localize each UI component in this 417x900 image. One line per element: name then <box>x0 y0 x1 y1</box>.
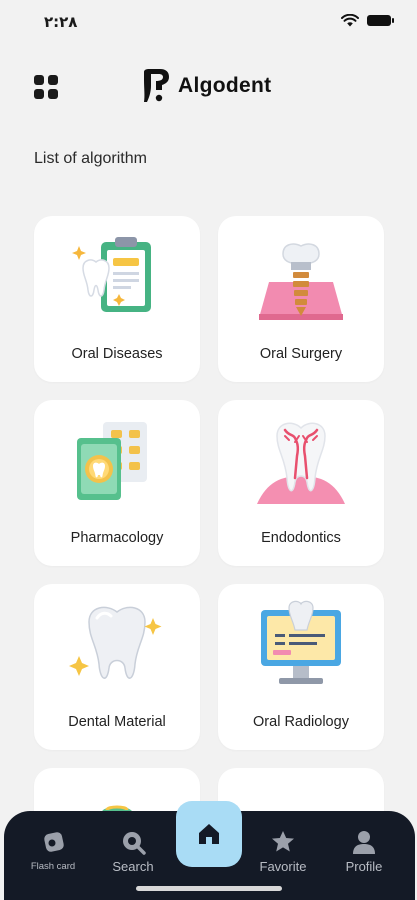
grid-menu-icon[interactable] <box>34 75 58 99</box>
app-header: Algodent <box>0 62 417 114</box>
tab-label: Profile <box>345 859 383 874</box>
brand: Algodent <box>140 68 271 104</box>
tooth-root-icon <box>257 422 345 504</box>
card-label: Pharmacology <box>70 530 164 546</box>
tab-label: Search <box>112 859 154 874</box>
status-icons <box>341 14 394 27</box>
category-card-pharmacology[interactable]: Pharmacology <box>34 400 200 566</box>
home-icon <box>199 824 219 844</box>
tab-home[interactable] <box>176 801 242 867</box>
tab-flash-card[interactable]: Flash card <box>18 829 88 872</box>
category-card-oral-surgery[interactable]: Oral Surgery <box>218 216 384 382</box>
category-card-dental-material[interactable]: Dental Material <box>34 584 200 750</box>
card-label: Endodontics <box>261 530 341 546</box>
search-icon <box>123 832 146 855</box>
person-icon <box>353 831 375 854</box>
clipboard-tooth-icon <box>72 237 151 312</box>
tab-label: Flash card <box>30 861 76 872</box>
category-grid: Oral Diseases Oral Surgery Pharmacology … <box>34 216 384 900</box>
tab-favorite[interactable]: Favorite <box>248 829 318 874</box>
tab-label: Favorite <box>259 859 307 874</box>
flashcard-icon <box>44 832 64 852</box>
star-icon <box>272 831 294 852</box>
pill-pack-icon <box>77 422 147 500</box>
tab-profile[interactable]: Profile <box>329 829 399 874</box>
tooth-question-logo <box>144 69 169 102</box>
section-title: List of algorithm <box>34 150 147 167</box>
status-time: ٢:٢٨ <box>44 13 78 31</box>
status-bar: ٢:٢٨ <box>0 0 417 48</box>
category-card-oral-radiology[interactable]: Oral Radiology <box>218 584 384 750</box>
battery-icon <box>367 15 394 26</box>
shiny-tooth-icon <box>69 606 162 679</box>
card-label: Oral Radiology <box>253 714 349 730</box>
wifi-icon <box>341 14 359 27</box>
card-label: Dental Material <box>68 714 166 730</box>
category-card-oral-diseases[interactable]: Oral Diseases <box>34 216 200 382</box>
dental-implant-icon <box>259 243 343 320</box>
tab-search[interactable]: Search <box>98 829 168 874</box>
app-name: Algodent <box>178 74 272 97</box>
home-indicator <box>136 886 282 891</box>
card-label: Oral Surgery <box>259 346 343 362</box>
card-label: Oral Diseases <box>71 346 163 362</box>
xray-monitor-icon <box>261 600 341 684</box>
category-card-endodontics[interactable]: Endodontics <box>218 400 384 566</box>
